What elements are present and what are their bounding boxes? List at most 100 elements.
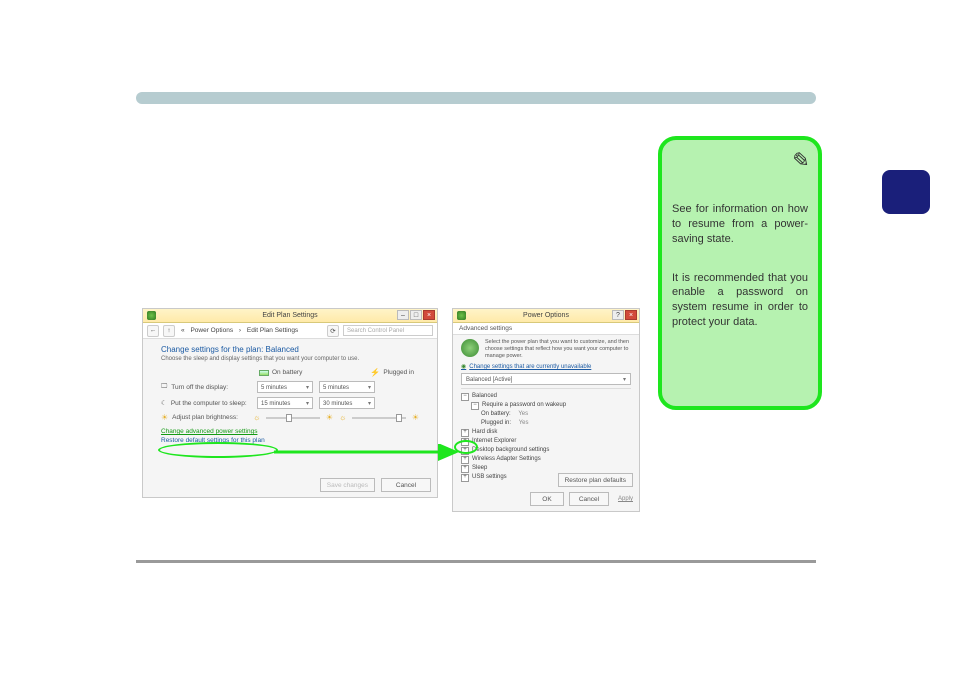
battery-icon-2 <box>457 311 466 320</box>
breadcrumb[interactable]: « Power Options › Edit Plan Settings <box>179 327 323 334</box>
tree-require-password-label: Require a password on wakeup <box>482 401 566 410</box>
note-paragraph-2: It is recommended that you enable a pass… <box>672 271 808 330</box>
window-edit-plan-settings: Edit Plan Settings – □ × ← ↑ « Power Opt… <box>142 308 438 498</box>
shield-icon: ◉ <box>461 363 466 370</box>
up-icon: ↑ <box>167 327 170 334</box>
up-button[interactable]: ↑ <box>163 325 175 337</box>
tab-advanced-settings[interactable]: Advanced settings <box>453 323 639 335</box>
back-button[interactable]: ← <box>147 325 159 337</box>
row-sleep: ☾Put the computer to sleep: 15 minutes 3… <box>161 397 419 409</box>
tree-hard-disk-label: Hard disk <box>472 428 497 437</box>
tree-usb-label: USB settings <box>472 473 507 482</box>
refresh-button[interactable]: ⟳ <box>327 325 339 337</box>
tree-on-battery: On battery: Yes <box>481 410 631 419</box>
help-button[interactable]: ? <box>612 310 624 320</box>
collapse-icon: − <box>461 393 469 401</box>
tree-balanced[interactable]: −Balanced <box>461 392 631 401</box>
section-divider-top <box>136 92 816 104</box>
callout-arrow <box>154 444 466 464</box>
section-divider-bottom <box>136 560 816 563</box>
label-brightness: Adjust plan brightness: <box>172 414 238 421</box>
tree-ie-label: Internet Explorer <box>472 437 516 446</box>
column-headers: On battery ⚡Plugged in <box>259 368 419 377</box>
window-power-options: Power Options ? × Advanced settings Sele… <box>452 308 640 512</box>
ok-button[interactable]: OK <box>530 492 564 506</box>
plan-combobox[interactable]: Balanced [Active] <box>461 373 631 385</box>
sun-dim-icon-2: ☼ <box>339 413 346 422</box>
select-sleep-plugged[interactable]: 30 minutes <box>319 397 375 409</box>
sun-bright-icon-2: ☀ <box>412 413 419 422</box>
close-button-right[interactable]: × <box>625 310 637 320</box>
expand-icon: + <box>461 429 469 437</box>
close-button[interactable]: × <box>423 310 435 320</box>
tree-plugged-in-value: Yes <box>519 419 529 428</box>
maximize-button[interactable]: □ <box>410 310 422 320</box>
window-body-left: Change settings for the plan: Balanced C… <box>143 339 437 452</box>
link-change-advanced[interactable]: Change advanced power settings <box>161 428 419 435</box>
page-thumb-tab <box>882 170 930 214</box>
collapse-icon: − <box>471 402 479 410</box>
label-sleep: Put the computer to sleep: <box>171 400 247 407</box>
tree-desktop-background[interactable]: +Desktop background settings <box>461 446 631 455</box>
sidebar-note: ✎ See for information on how to resume f… <box>658 136 822 410</box>
brightness-slider-plugged[interactable] <box>352 417 406 419</box>
note-see-after: for information on how to resume from a … <box>672 203 808 245</box>
back-icon: ← <box>150 327 157 334</box>
button-row-left: Save changes Cancel <box>320 478 431 492</box>
settings-tree: −Balanced −Require a password on wakeup … <box>461 388 631 482</box>
select-display-battery[interactable]: 5 minutes <box>257 381 313 393</box>
heading-change-settings: Change settings for the plan: Balanced <box>161 345 419 354</box>
row-brightness: ☀ Adjust plan brightness: ☼ ☀ ☼ ☀ <box>161 413 419 422</box>
tree-hard-disk[interactable]: +Hard disk <box>461 428 631 437</box>
window-title-left: Edit Plan Settings <box>262 312 317 319</box>
link-change-unavailable[interactable]: ◉ Change settings that are currently una… <box>461 363 631 370</box>
monitor-icon: 🖵 <box>161 383 167 391</box>
subheading: Choose the sleep and display settings th… <box>161 356 419 362</box>
sun-bright-icon: ☀ <box>326 413 333 422</box>
sun-icon: ☀ <box>161 413 168 422</box>
cancel-button-left[interactable]: Cancel <box>381 478 431 492</box>
crumb-power-options: Power Options <box>190 327 233 334</box>
link-change-unavailable-text: Change settings that are currently unava… <box>469 364 591 370</box>
window-body-right: Select the power plan that you want to c… <box>453 335 639 482</box>
pen-icon: ✎ <box>787 147 810 176</box>
tree-internet-explorer[interactable]: +Internet Explorer <box>461 437 631 446</box>
callout-oval-target <box>454 440 478 454</box>
tree-plugged-in: Plugged in: Yes <box>481 419 631 428</box>
search-input[interactable]: Search Control Panel <box>343 325 433 336</box>
tree-wireless-adapter[interactable]: +Wireless Adapter Settings <box>461 455 631 464</box>
titlebar-right: Power Options ? × <box>453 309 639 323</box>
select-display-plugged[interactable]: 5 minutes <box>319 381 375 393</box>
battery-icon <box>147 311 156 320</box>
crumb-sep: › <box>239 327 241 334</box>
col-plugged-in: Plugged in <box>383 369 414 376</box>
titlebar-left: Edit Plan Settings – □ × <box>143 309 437 323</box>
address-bar: ← ↑ « Power Options › Edit Plan Settings… <box>143 323 437 339</box>
tree-wifi-label: Wireless Adapter Settings <box>472 455 541 464</box>
crumb-edit-plan: Edit Plan Settings <box>247 327 298 334</box>
save-changes-button[interactable]: Save changes <box>320 478 375 492</box>
note-see: See <box>672 203 692 215</box>
cancel-button-right[interactable]: Cancel <box>569 492 609 506</box>
tree-balanced-label: Balanced <box>472 392 497 401</box>
sun-dim-icon: ☼ <box>253 413 260 422</box>
row-turn-off-display: 🖵 Turn off the display: 5 minutes 5 minut… <box>161 381 419 393</box>
select-sleep-battery[interactable]: 15 minutes <box>257 397 313 409</box>
note-body: See for information on how to resume fro… <box>672 202 808 330</box>
tree-on-battery-label: On battery: <box>481 410 511 419</box>
tree-on-battery-value: Yes <box>518 410 528 419</box>
tree-sleep-label: Sleep <box>472 464 487 473</box>
expand-icon: + <box>461 465 469 473</box>
crumb-root: « <box>181 327 185 334</box>
apply-button[interactable]: Apply <box>618 496 633 502</box>
label-display: Turn off the display: <box>171 384 228 391</box>
expand-icon: + <box>461 474 469 482</box>
refresh-icon: ⟳ <box>330 327 335 335</box>
window-buttons-left: – □ × <box>397 310 435 320</box>
plugged-in-icon: ⚡ <box>370 368 380 377</box>
brightness-slider-battery[interactable] <box>266 417 320 419</box>
minimize-button[interactable]: – <box>397 310 409 320</box>
note-paragraph-1: See for information on how to resume fro… <box>672 202 808 247</box>
restore-defaults-button[interactable]: Restore plan defaults <box>558 473 633 487</box>
tree-require-password[interactable]: −Require a password on wakeup <box>471 401 631 410</box>
